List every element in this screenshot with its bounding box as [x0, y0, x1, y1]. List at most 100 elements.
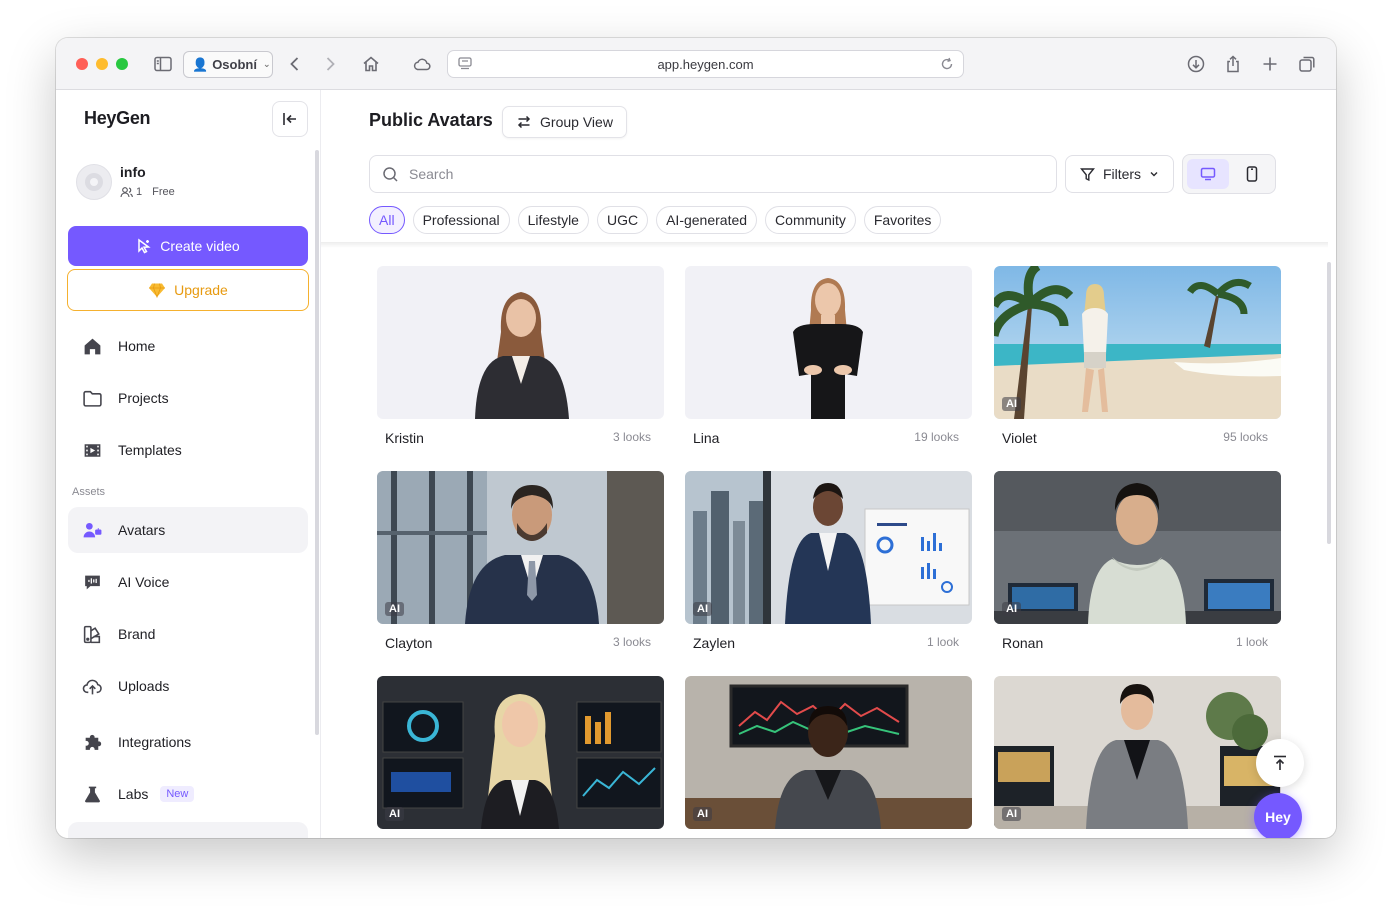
avatar-thumbnail[interactable]: AI — [685, 471, 972, 624]
chip-professional[interactable]: Professional — [412, 206, 510, 234]
search-icon — [383, 166, 398, 182]
sidebar-item-projects[interactable]: Projects — [68, 375, 308, 421]
avatar-thumbnail[interactable]: AI — [994, 266, 1281, 419]
sidebar-item-integrations[interactable]: Integrations — [68, 719, 308, 765]
avatar-image — [994, 266, 1281, 419]
chip-lifestyle[interactable]: Lifestyle — [517, 206, 589, 234]
close-window-button[interactable] — [76, 58, 88, 70]
filters-button[interactable]: Filters — [1065, 155, 1174, 193]
sidebar-item-label: AI Voice — [118, 574, 170, 590]
portrait-view-button[interactable] — [1231, 159, 1273, 189]
browser-window: 👤 Osobní ⌄ app.heygen.com HeyGen info 1 … — [56, 38, 1336, 838]
ai-badge: AI — [1002, 602, 1021, 616]
tab-overview-icon[interactable] — [1295, 52, 1319, 76]
upgrade-button[interactable]: Upgrade — [67, 269, 309, 311]
folder-icon — [80, 386, 104, 410]
cloud-icon[interactable] — [410, 52, 434, 76]
team-members-icon — [120, 187, 133, 198]
phone-icon — [1246, 166, 1258, 182]
heygen-logo[interactable]: HeyGen — [84, 108, 151, 129]
forward-icon[interactable] — [318, 52, 342, 76]
avatar-placeholder-icon — [85, 173, 103, 191]
avatar-image — [377, 676, 664, 829]
avatar-looks: 95 looks — [1223, 430, 1268, 444]
avatar-thumbnail[interactable]: AI — [994, 676, 1281, 829]
account-name[interactable]: info — [120, 164, 146, 180]
home-icon — [80, 334, 104, 358]
chip-favorites[interactable]: Favorites — [863, 206, 942, 234]
profile-selector[interactable]: 👤 Osobní ⌄ — [183, 51, 273, 78]
avatar-card[interactable]: Kristin 3 looks — [377, 266, 664, 446]
share-icon[interactable] — [1221, 52, 1245, 76]
minimize-window-button[interactable] — [96, 58, 108, 70]
back-icon[interactable] — [283, 52, 307, 76]
avatar-thumbnail[interactable]: AI — [377, 471, 664, 624]
chip-community[interactable]: Community — [765, 206, 856, 234]
site-settings-icon[interactable] — [457, 56, 473, 72]
main-scrollbar[interactable] — [1327, 262, 1331, 544]
member-count: 1 — [136, 186, 143, 198]
chip-ai-generated[interactable]: AI-generated — [656, 206, 758, 234]
sidebar-item-uploads[interactable]: Uploads — [68, 663, 308, 709]
sidebar-scrollbar[interactable] — [315, 150, 319, 735]
sidebar-item-label: Labs — [118, 786, 149, 802]
sidebar-item-brand[interactable]: Brand — [68, 611, 308, 657]
ai-badge: AI — [1002, 807, 1021, 821]
avatar-thumbnail[interactable]: AI — [685, 676, 972, 829]
sidebar-item-templates[interactable]: Templates — [68, 427, 308, 473]
avatar-card[interactable]: AI — [685, 676, 972, 829]
ai-badge: AI — [385, 807, 404, 821]
avatar-card[interactable]: AI Violet 95 looks — [994, 266, 1281, 446]
avatar-card[interactable]: AI Ronan 1 look — [994, 471, 1281, 651]
avatar-thumbnail[interactable]: AI — [994, 471, 1281, 624]
avatar-looks: 1 look — [1235, 635, 1268, 649]
sidebar-item-labs[interactable]: Labs New — [68, 771, 308, 817]
sidebar-item-label: Projects — [118, 390, 169, 406]
monitor-icon — [1200, 167, 1216, 181]
avatar-card[interactable]: AI Zaylen 1 look — [685, 471, 972, 651]
landscape-view-button[interactable] — [1187, 159, 1229, 189]
create-video-button[interactable]: Create video — [68, 226, 308, 266]
sidebar-item-ai-voice[interactable]: AI Voice — [68, 559, 308, 605]
new-badge: New — [160, 786, 195, 802]
reload-icon[interactable] — [939, 56, 955, 72]
chip-ugc[interactable]: UGC — [596, 206, 649, 234]
address-bar[interactable]: app.heygen.com — [447, 50, 964, 78]
avatar-card[interactable]: AI — [994, 676, 1281, 829]
film-icon — [80, 438, 104, 462]
group-view-label: Group View — [540, 114, 613, 130]
avatar-image — [685, 471, 972, 624]
puzzle-icon — [80, 730, 104, 754]
avatar-card[interactable]: AI Clayton 3 looks — [377, 471, 664, 651]
download-icon[interactable] — [1184, 52, 1208, 76]
sidebar-item-home[interactable]: Home — [68, 323, 308, 369]
avatar-name: Violet — [1002, 430, 1037, 446]
diamond-icon — [149, 283, 166, 298]
zoom-window-button[interactable] — [116, 58, 128, 70]
collapse-sidebar-button[interactable] — [272, 101, 308, 137]
chip-all[interactable]: All — [369, 206, 405, 234]
sidebar-item-avatars[interactable]: Avatars — [68, 507, 308, 553]
account-avatar[interactable] — [76, 164, 112, 200]
ai-badge: AI — [385, 602, 404, 616]
assets-section-label: Assets — [72, 486, 106, 498]
person-icon: 👤 — [192, 56, 209, 72]
scroll-to-top-button[interactable] — [1256, 739, 1304, 787]
sidebar-item-label: Home — [118, 338, 156, 354]
avatar-card[interactable]: AI — [377, 676, 664, 829]
upload-icon — [80, 674, 104, 698]
avatar-thumbnail[interactable]: AI — [377, 676, 664, 829]
sidebar-toggle-icon[interactable] — [151, 52, 175, 76]
chat-assistant-button[interactable]: Hey — [1254, 793, 1302, 838]
avatar-image — [994, 676, 1281, 829]
search-input[interactable]: Search — [369, 155, 1057, 193]
avatar-thumbnail[interactable] — [685, 266, 972, 419]
avatar-thumbnail[interactable] — [377, 266, 664, 419]
home-browser-icon[interactable] — [359, 52, 383, 76]
group-view-button[interactable]: Group View — [502, 106, 627, 138]
sidebar-item-partial[interactable] — [68, 822, 308, 838]
search-placeholder: Search — [409, 166, 454, 182]
plan-label: Free — [152, 186, 175, 198]
avatar-card[interactable]: Lina 19 looks — [685, 266, 972, 446]
new-tab-icon[interactable] — [1258, 52, 1282, 76]
